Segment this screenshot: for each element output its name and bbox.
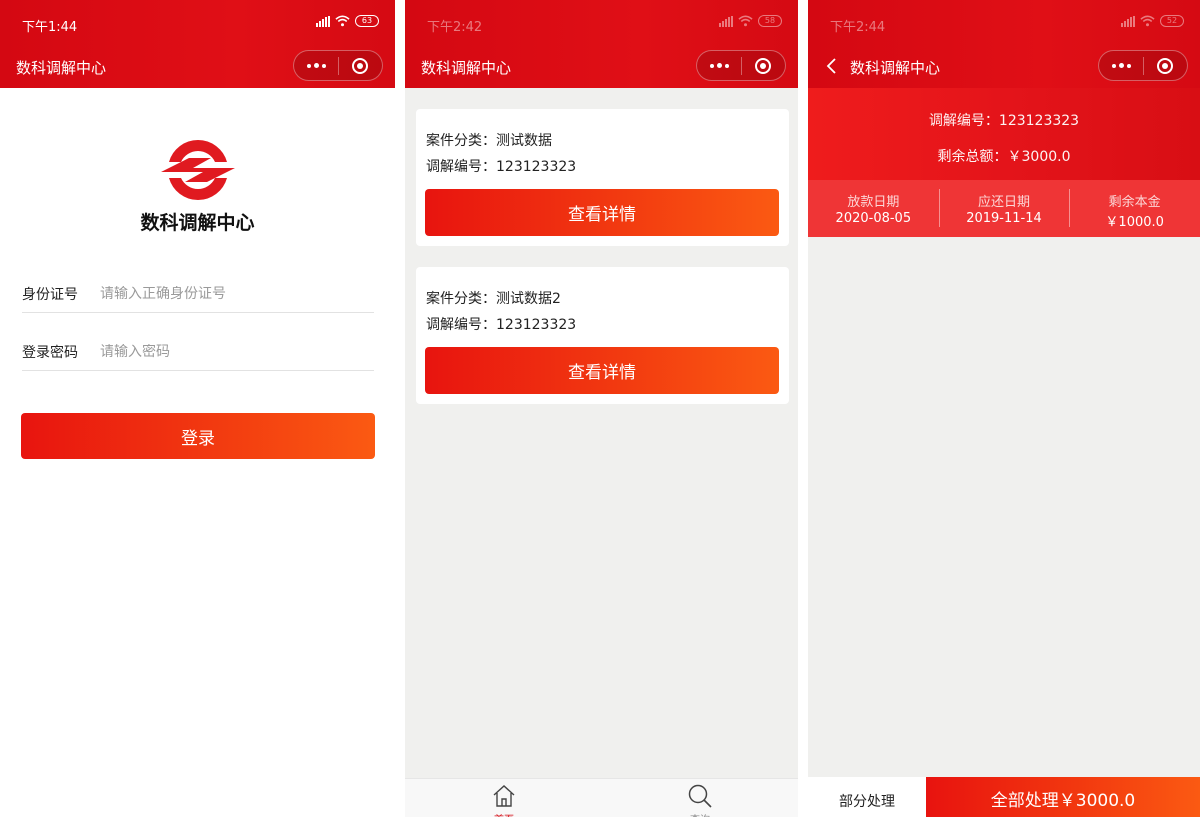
remaining-principal-value: ￥1000.0 bbox=[1105, 215, 1164, 230]
due-date-label: 应还日期 bbox=[978, 195, 1031, 210]
mini-program-capsule bbox=[696, 50, 786, 81]
tab-home-label: 首页 bbox=[474, 811, 534, 817]
view-details-button[interactable]: 查看详情 bbox=[425, 189, 779, 236]
battery-icon: 52 bbox=[1160, 15, 1184, 27]
case-category: 案件分类：测试数据 bbox=[426, 133, 552, 149]
loan-date-label: 放款日期 bbox=[847, 195, 900, 210]
mediation-number: 调解编号：123123323 bbox=[928, 113, 1080, 129]
home-icon bbox=[493, 785, 515, 807]
remaining-principal-column: 剩余本金 ￥1000.0 bbox=[1069, 180, 1200, 237]
remaining-total: 剩余总额：￥3000.0 bbox=[937, 149, 1071, 165]
case-card: 案件分类：测试数据 调解编号：123123323 查看详情 bbox=[416, 109, 789, 246]
search-icon bbox=[688, 784, 712, 808]
nav-header: 下午1:44 63 数科调解中心 bbox=[0, 0, 395, 88]
case-detail-screen: 下午2:44 52 数科调解中心 调解编号：123123323 剩余总额：￥30… bbox=[808, 0, 1200, 817]
mini-program-capsule bbox=[1098, 50, 1188, 81]
bottom-tab-bar: 首页 查询 bbox=[405, 778, 798, 817]
due-date-column: 应还日期 2019-11-14 bbox=[938, 180, 1070, 237]
remaining-principal-label: 剩余本金 bbox=[1108, 195, 1161, 210]
page-title: 数科调解中心 bbox=[850, 59, 941, 77]
close-mini-program-icon[interactable] bbox=[742, 51, 785, 80]
case-summary: 调解编号：123123323 剩余总额：￥3000.0 bbox=[808, 88, 1200, 180]
wifi-icon bbox=[738, 15, 753, 27]
case-mediation-number: 调解编号：123123323 bbox=[426, 159, 577, 175]
password-input[interactable] bbox=[100, 343, 360, 360]
battery-icon: 58 bbox=[758, 15, 782, 27]
signal-icon bbox=[316, 15, 330, 27]
more-icon[interactable] bbox=[294, 51, 338, 80]
case-list-screen: 下午2:42 58 数科调解中心 案件分类：测试数据 调解编号：12312332… bbox=[405, 0, 798, 817]
wifi-icon bbox=[335, 15, 350, 27]
status-icons: 63 bbox=[316, 15, 379, 27]
back-arrow-icon[interactable] bbox=[824, 56, 840, 76]
due-date-value: 2019-11-14 bbox=[966, 211, 1042, 226]
battery-icon: 63 bbox=[355, 15, 379, 27]
loan-info-row: 放款日期 2020-08-05 应还日期 2019-11-14 剩余本金 ￥10… bbox=[808, 180, 1200, 237]
mini-program-capsule bbox=[293, 50, 383, 81]
nav-header: 下午2:42 58 数科调解中心 bbox=[405, 0, 798, 88]
status-icons: 52 bbox=[1121, 15, 1184, 27]
logo-text: 数科调解中心 bbox=[140, 212, 255, 234]
page-title: 数科调解中心 bbox=[421, 59, 512, 77]
close-mini-program-icon[interactable] bbox=[339, 51, 382, 80]
status-time: 下午2:42 bbox=[427, 20, 483, 35]
status-time: 下午2:44 bbox=[830, 20, 886, 35]
process-all-button[interactable]: 全部处理￥3000.0 bbox=[926, 777, 1200, 817]
tab-search-label: 查询 bbox=[670, 811, 730, 817]
case-mediation-number: 调解编号：123123323 bbox=[426, 317, 577, 333]
tab-home[interactable]: 首页 bbox=[474, 783, 534, 817]
nav-header: 下午2:44 52 数科调解中心 bbox=[808, 0, 1200, 88]
id-number-field: 身份证号 bbox=[22, 275, 374, 313]
case-category: 案件分类：测试数据2 bbox=[426, 291, 561, 307]
password-label: 登录密码 bbox=[22, 344, 78, 361]
logo-icon bbox=[161, 139, 235, 201]
case-card: 案件分类：测试数据2 调解编号：123123323 查看详情 bbox=[416, 267, 789, 404]
id-number-label: 身份证号 bbox=[22, 286, 78, 303]
page-title: 数科调解中心 bbox=[16, 59, 107, 77]
signal-icon bbox=[719, 15, 733, 27]
loan-date-value: 2020-08-05 bbox=[835, 211, 912, 226]
wifi-icon bbox=[1140, 15, 1155, 27]
password-field: 登录密码 bbox=[22, 333, 374, 371]
status-time: 下午1:44 bbox=[22, 20, 78, 35]
partial-process-button[interactable]: 部分处理 bbox=[808, 777, 926, 817]
more-icon[interactable] bbox=[697, 51, 741, 80]
action-bar: 部分处理 全部处理￥3000.0 bbox=[808, 777, 1200, 817]
more-icon[interactable] bbox=[1099, 51, 1143, 80]
signal-icon bbox=[1121, 15, 1135, 27]
login-screen: 下午1:44 63 数科调解中心 数科调解中心 身份证号 登录密码 登录 bbox=[0, 0, 395, 817]
view-details-button[interactable]: 查看详情 bbox=[425, 347, 779, 394]
status-icons: 58 bbox=[719, 15, 782, 27]
tab-search[interactable]: 查询 bbox=[670, 783, 730, 817]
loan-date-column: 放款日期 2020-08-05 bbox=[808, 180, 939, 237]
login-button[interactable]: 登录 bbox=[21, 413, 375, 459]
close-mini-program-icon[interactable] bbox=[1144, 51, 1187, 80]
id-number-input[interactable] bbox=[100, 285, 360, 302]
